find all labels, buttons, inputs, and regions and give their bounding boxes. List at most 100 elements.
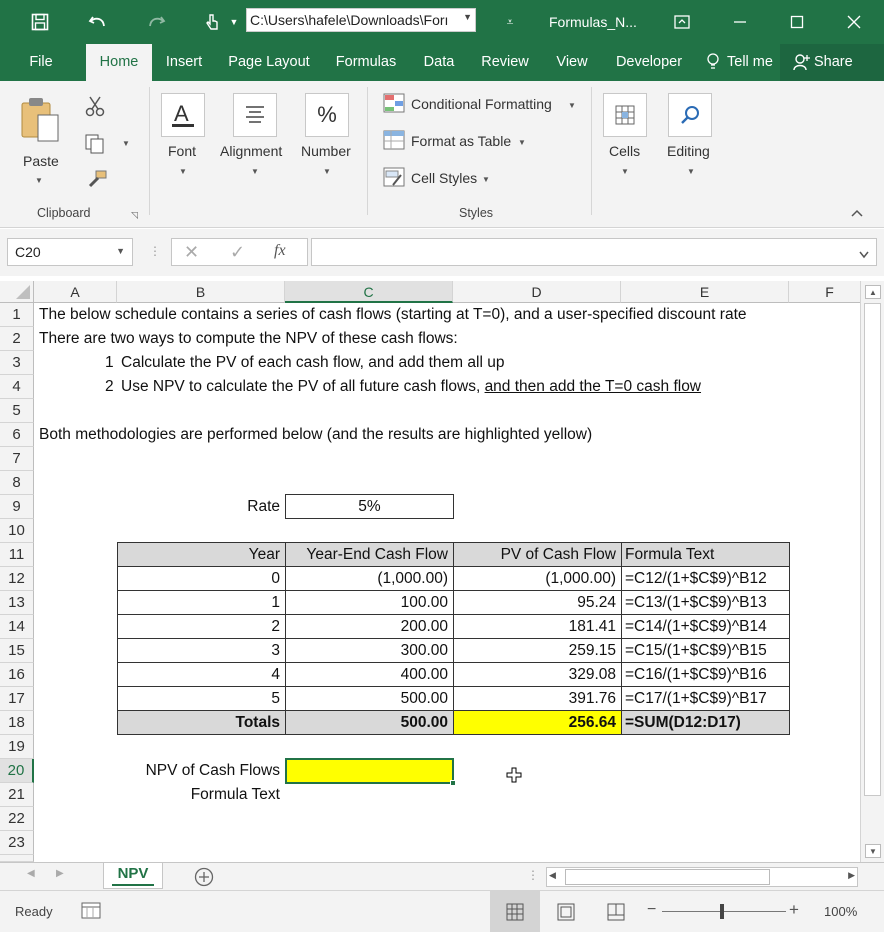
chevron-down-icon[interactable]: ▼ xyxy=(179,167,187,176)
resize-handle-icon[interactable]: ⋮ xyxy=(149,244,161,258)
font-label[interactable]: Font xyxy=(168,143,196,159)
row-header[interactable]: 1 xyxy=(0,303,34,327)
chevron-down-icon[interactable]: ▼ xyxy=(687,167,695,176)
row-header[interactable]: 3 xyxy=(0,351,34,375)
table-cell-formula-text[interactable]: =C13/(1+$C$9)^B13 xyxy=(621,590,790,615)
row-header[interactable]: 13 xyxy=(0,591,34,615)
paste-button[interactable] xyxy=(18,95,66,147)
chevron-down-icon[interactable]: ▼ xyxy=(222,10,246,34)
row-header[interactable]: 10 xyxy=(0,519,34,543)
cell-a1[interactable]: The below schedule contains a series of … xyxy=(39,303,747,327)
table-cell-cash-flow[interactable]: 100.00 xyxy=(285,590,454,615)
row-header[interactable]: 17 xyxy=(0,687,34,711)
alignment-label[interactable]: Alignment xyxy=(220,143,282,159)
tab-data[interactable]: Data xyxy=(416,44,462,81)
formula-text-label[interactable]: Formula Text xyxy=(117,783,285,807)
touch-mode-icon[interactable] xyxy=(200,10,224,34)
close-icon[interactable] xyxy=(842,10,866,34)
cell-b3[interactable]: Calculate the PV of each cash flow, and … xyxy=(121,351,504,375)
npv-result-cell-selected[interactable] xyxy=(285,758,456,786)
format-painter-icon[interactable] xyxy=(84,169,108,196)
totals-formula-text[interactable]: =SUM(D12:D17) xyxy=(621,710,790,735)
save-icon[interactable] xyxy=(28,10,52,34)
scroll-right-arrow-icon[interactable]: ▶ xyxy=(848,870,855,881)
cell-b4[interactable]: Use NPV to calculate the PV of all futur… xyxy=(121,375,701,399)
table-cell-year[interactable]: 3 xyxy=(117,638,286,663)
row-header[interactable]: 6 xyxy=(0,423,34,447)
horizontal-scroll-thumb[interactable] xyxy=(565,869,770,885)
format-as-table-icon[interactable] xyxy=(383,130,405,155)
totals-label[interactable]: Totals xyxy=(117,710,286,735)
row-header[interactable]: 2 xyxy=(0,327,34,351)
enter-check-icon[interactable]: ✓ xyxy=(230,242,245,263)
row-header[interactable]: 21 xyxy=(0,783,34,807)
table-cell-cash-flow[interactable]: 200.00 xyxy=(285,614,454,639)
table-cell-cash-flow[interactable]: 400.00 xyxy=(285,662,454,687)
cancel-icon[interactable]: ✕ xyxy=(184,242,199,263)
vertical-scroll-thumb[interactable] xyxy=(864,303,881,796)
column-header-d[interactable]: D xyxy=(453,281,621,303)
chevron-down-icon[interactable]: ▼ xyxy=(35,176,43,185)
expand-formula-bar-icon[interactable] xyxy=(858,247,870,265)
scroll-down-arrow-icon[interactable]: ▼ xyxy=(865,844,881,858)
chevron-down-icon[interactable]: ▼ xyxy=(568,101,576,110)
zoom-out-icon[interactable]: − xyxy=(647,901,656,919)
row-header[interactable]: 16 xyxy=(0,663,34,687)
editing-label[interactable]: Editing xyxy=(667,143,710,159)
redo-icon[interactable] xyxy=(144,10,168,34)
table-cell-formula-text[interactable]: =C17/(1+$C$9)^B17 xyxy=(621,686,790,711)
tell-me-search[interactable]: Tell me xyxy=(703,44,779,81)
table-cell-pv[interactable]: 259.15 xyxy=(453,638,622,663)
fill-handle[interactable] xyxy=(450,780,456,786)
table-cell-year[interactable]: 0 xyxy=(117,566,286,591)
percent-icon[interactable]: % xyxy=(305,93,349,137)
table-cell-cash-flow[interactable]: (1,000.00) xyxy=(285,566,454,591)
table-cell-year[interactable]: 1 xyxy=(117,590,286,615)
cell-a2[interactable]: There are two ways to compute the NPV of… xyxy=(39,327,458,351)
table-cell-pv[interactable]: 329.08 xyxy=(453,662,622,687)
column-header-a[interactable]: A xyxy=(34,281,117,303)
row-header[interactable] xyxy=(0,855,34,862)
next-sheet-icon[interactable]: ▶ xyxy=(56,868,64,879)
tab-review[interactable]: Review xyxy=(476,44,534,81)
column-header-b[interactable]: B xyxy=(117,281,285,303)
row-header[interactable]: 18 xyxy=(0,711,34,735)
chevron-down-icon[interactable]: ▼ xyxy=(323,167,331,176)
tab-developer[interactable]: Developer xyxy=(608,44,690,81)
row-header[interactable]: 15 xyxy=(0,639,34,663)
table-cell-cash-flow[interactable]: 300.00 xyxy=(285,638,454,663)
normal-view-button[interactable] xyxy=(490,891,540,932)
macro-recording-icon[interactable] xyxy=(81,900,103,925)
minimize-icon[interactable] xyxy=(728,10,752,34)
table-cell-cash-flow[interactable]: 500.00 xyxy=(285,686,454,711)
row-header[interactable]: 19 xyxy=(0,735,34,759)
tab-home[interactable]: Home xyxy=(86,44,152,81)
sheet-tab-npv[interactable]: NPV xyxy=(103,863,163,889)
maximize-icon[interactable] xyxy=(785,10,809,34)
tab-insert[interactable]: Insert xyxy=(158,44,210,81)
horizontal-scrollbar[interactable]: ◀ ▶ xyxy=(546,867,858,887)
cell-a3-number[interactable]: 1 xyxy=(105,351,114,375)
zoom-in-icon[interactable]: + xyxy=(789,900,799,920)
row-header[interactable]: 9 xyxy=(0,495,34,519)
tab-page-layout[interactable]: Page Layout xyxy=(222,44,316,81)
table-cell-year[interactable]: 5 xyxy=(117,686,286,711)
tab-formulas[interactable]: Formulas xyxy=(330,44,402,81)
name-box[interactable]: C20 ▼ xyxy=(7,238,133,266)
table-header-formula-text[interactable]: Formula Text xyxy=(621,542,790,567)
row-header[interactable]: 23 xyxy=(0,831,34,855)
alignment-button-icon[interactable] xyxy=(233,93,277,137)
copy-icon[interactable] xyxy=(84,133,106,160)
tab-file[interactable]: File xyxy=(18,44,64,81)
cell-a4-number[interactable]: 2 xyxy=(105,375,114,399)
chevron-down-icon[interactable]: ▼ xyxy=(122,139,130,148)
table-cell-formula-text[interactable]: =C14/(1+$C$9)^B14 xyxy=(621,614,790,639)
row-header[interactable]: 7 xyxy=(0,447,34,471)
format-as-table-button[interactable]: Format as Table xyxy=(411,133,511,149)
column-header-f[interactable]: F xyxy=(789,281,871,303)
row-header[interactable]: 11 xyxy=(0,543,34,567)
zoom-level[interactable]: 100% xyxy=(824,904,857,919)
file-path-box[interactable]: C:\Users\hafele\Downloads\Forı ▼ xyxy=(246,8,476,32)
cell-styles-icon[interactable] xyxy=(383,167,405,192)
table-cell-formula-text[interactable]: =C16/(1+$C$9)^B16 xyxy=(621,662,790,687)
